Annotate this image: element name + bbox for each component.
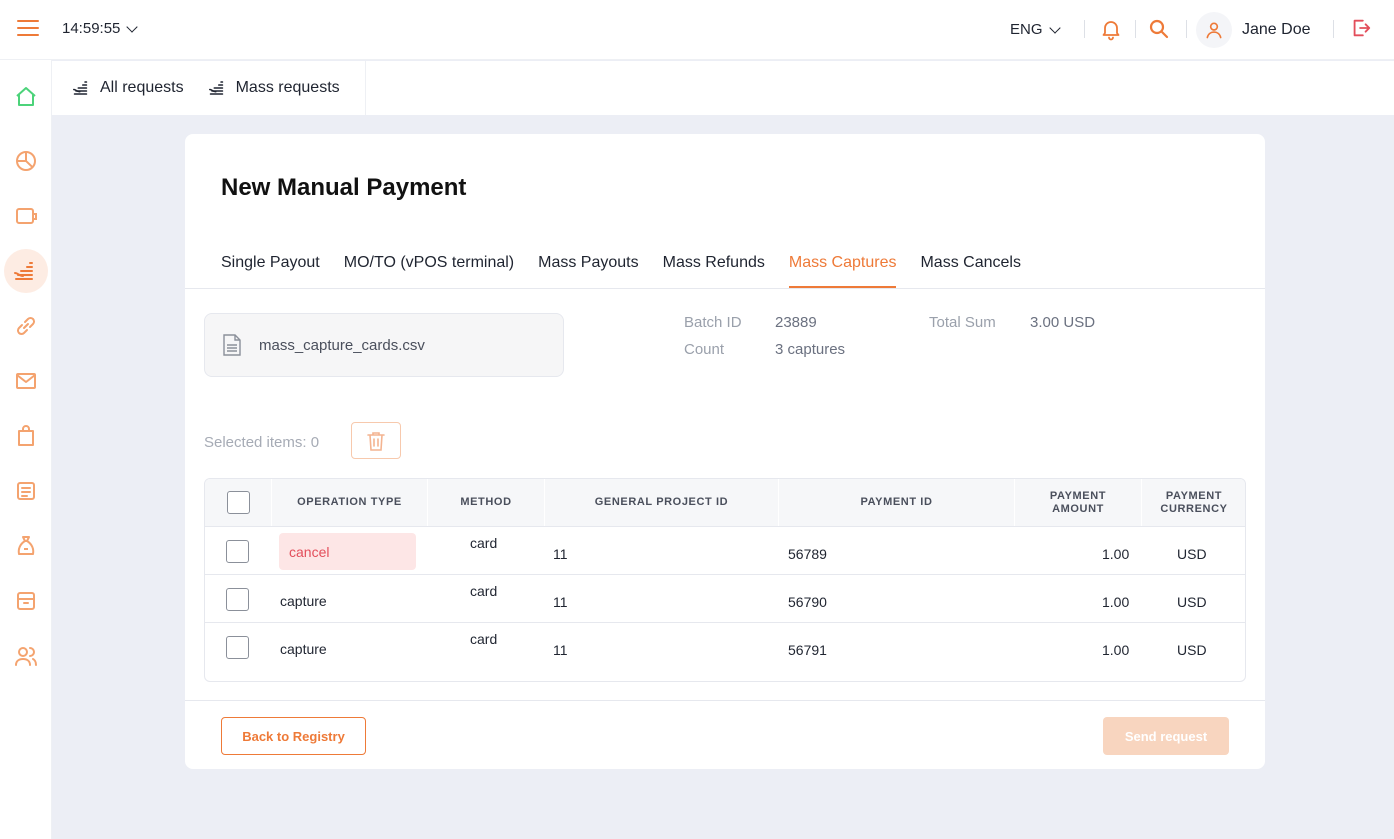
header-payment-currency: PAYMENT CURRENCY [1160,489,1228,515]
header-operation-type: OPERATION TYPE [297,496,402,508]
back-to-registry-button[interactable]: Back to Registry [221,717,366,755]
payment-id-cell: 56791 [788,642,827,658]
chevron-down-icon [1048,21,1061,34]
avatar [1196,12,1232,48]
method-cell: card [470,535,498,551]
amount-cell: 1.00 [1102,594,1130,610]
divider [1135,20,1136,38]
count-label: Count [684,341,725,358]
menu-icon[interactable] [17,20,39,40]
row-checkbox[interactable] [226,540,249,563]
search-icon[interactable] [1147,17,1171,41]
payouts-icon[interactable] [4,249,48,293]
uploaded-file: mass_capture_cards.csv [204,313,564,377]
operation-type-cell: capture [280,593,327,609]
header-method: METHOD [460,496,512,508]
table-row: capture card 11 56790 1.00 USD [205,574,1245,622]
table-row: capture card 11 56791 1.00 USD [205,622,1245,670]
user-menu[interactable]: Jane Doe [1196,12,1311,48]
divider [185,288,1265,289]
tab-mass-cancels[interactable]: Mass Cancels [920,248,1020,288]
link-icon[interactable] [4,304,48,348]
project-id-cell: 11 [553,594,568,610]
project-id-cell: 11 [553,642,568,658]
document-icon[interactable] [4,469,48,513]
home-icon[interactable] [4,75,48,119]
users-icon[interactable] [4,634,48,678]
payment-id-cell: 56789 [788,546,827,562]
sidebar [0,60,52,839]
payment-tabs: Single Payout MO/TO (vPOS terminal) Mass… [221,248,1021,288]
archive-icon[interactable] [4,579,48,623]
amount-cell: 1.00 [1102,546,1130,562]
mail-icon[interactable] [4,359,48,403]
currency-cell: USD [1177,594,1207,610]
file-name: mass_capture_cards.csv [259,336,425,354]
batch-id-value: 23889 [775,314,817,331]
delete-button[interactable] [351,422,401,459]
method-cell: card [470,631,498,647]
row-checkbox[interactable] [226,588,249,611]
divider [1186,20,1187,38]
payouts-icon [208,81,223,95]
tab-mass-payouts[interactable]: Mass Payouts [538,248,638,288]
user-name: Jane Doe [1242,21,1311,38]
payment-id-cell: 56790 [788,594,827,610]
currency-cell: USD [1177,546,1207,562]
select-all-checkbox[interactable] [227,491,250,514]
project-id-cell: 11 [553,546,568,562]
user-icon [1206,22,1222,39]
trash-icon [367,431,385,451]
count-value: 3 captures [775,341,846,358]
wallet-icon[interactable] [4,194,48,238]
header-payment-amount: PAYMENT AMOUNT [1049,489,1107,515]
total-sum-label: Total Sum [929,314,996,331]
logout-icon[interactable] [1350,17,1374,41]
total-sum-value: 3.00 USD [1030,314,1096,331]
header-project-id: GENERAL PROJECT ID [594,496,729,508]
top-bar: 14:59:55 ENG Jane Doe [0,0,1394,60]
table-row: cancel card 11 56789 1.00 USD [205,526,1245,574]
language-selector[interactable]: ENG [1010,21,1061,38]
divider [1333,20,1334,38]
operation-type-cell: capture [280,641,327,657]
clock-dropdown[interactable]: 14:59:55 [62,20,139,37]
selected-items: Selected items: 0 [204,434,320,451]
captures-table: OPERATION TYPE METHOD GENERAL PROJECT ID… [204,478,1246,682]
payouts-icon [73,81,88,95]
tab-single-payout[interactable]: Single Payout [221,248,320,288]
row-checkbox[interactable] [226,636,249,659]
file-icon [223,334,241,356]
clock-time: 14:59:55 [62,20,121,37]
pie-chart-icon[interactable] [4,139,48,183]
header-payment-id: PAYMENT ID [860,496,933,508]
tab-mass-captures[interactable]: Mass Captures [788,248,897,288]
page-title: New Manual Payment [221,174,467,201]
money-bag-icon[interactable] [4,524,48,568]
divider [185,700,1265,701]
subnav-label: All requests [100,79,184,96]
amount-cell: 1.00 [1102,642,1130,658]
tab-moto[interactable]: MO/TO (vPOS terminal) [344,248,514,288]
subnav-label: Mass requests [235,79,340,96]
subnav-all-requests[interactable]: All requests [72,79,184,97]
currency-cell: USD [1177,642,1207,658]
chevron-down-icon [126,20,139,33]
method-cell: card [470,583,498,599]
bag-icon[interactable] [4,414,48,458]
table-header: OPERATION TYPE METHOD GENERAL PROJECT ID… [205,479,1245,526]
tab-mass-refunds[interactable]: Mass Refunds [663,248,765,288]
operation-type-cancel: cancel [279,533,416,570]
subnav: All requests Mass requests [52,61,1394,115]
batch-id-label: Batch ID [684,314,742,331]
subnav-mass-requests[interactable]: Mass requests [208,79,340,97]
send-request-button[interactable]: Send request [1103,717,1229,755]
bell-icon[interactable] [1099,17,1123,41]
divider [1084,20,1085,38]
language-label: ENG [1010,21,1043,38]
manual-payment-card: New Manual Payment Single Payout MO/TO (… [185,134,1265,769]
